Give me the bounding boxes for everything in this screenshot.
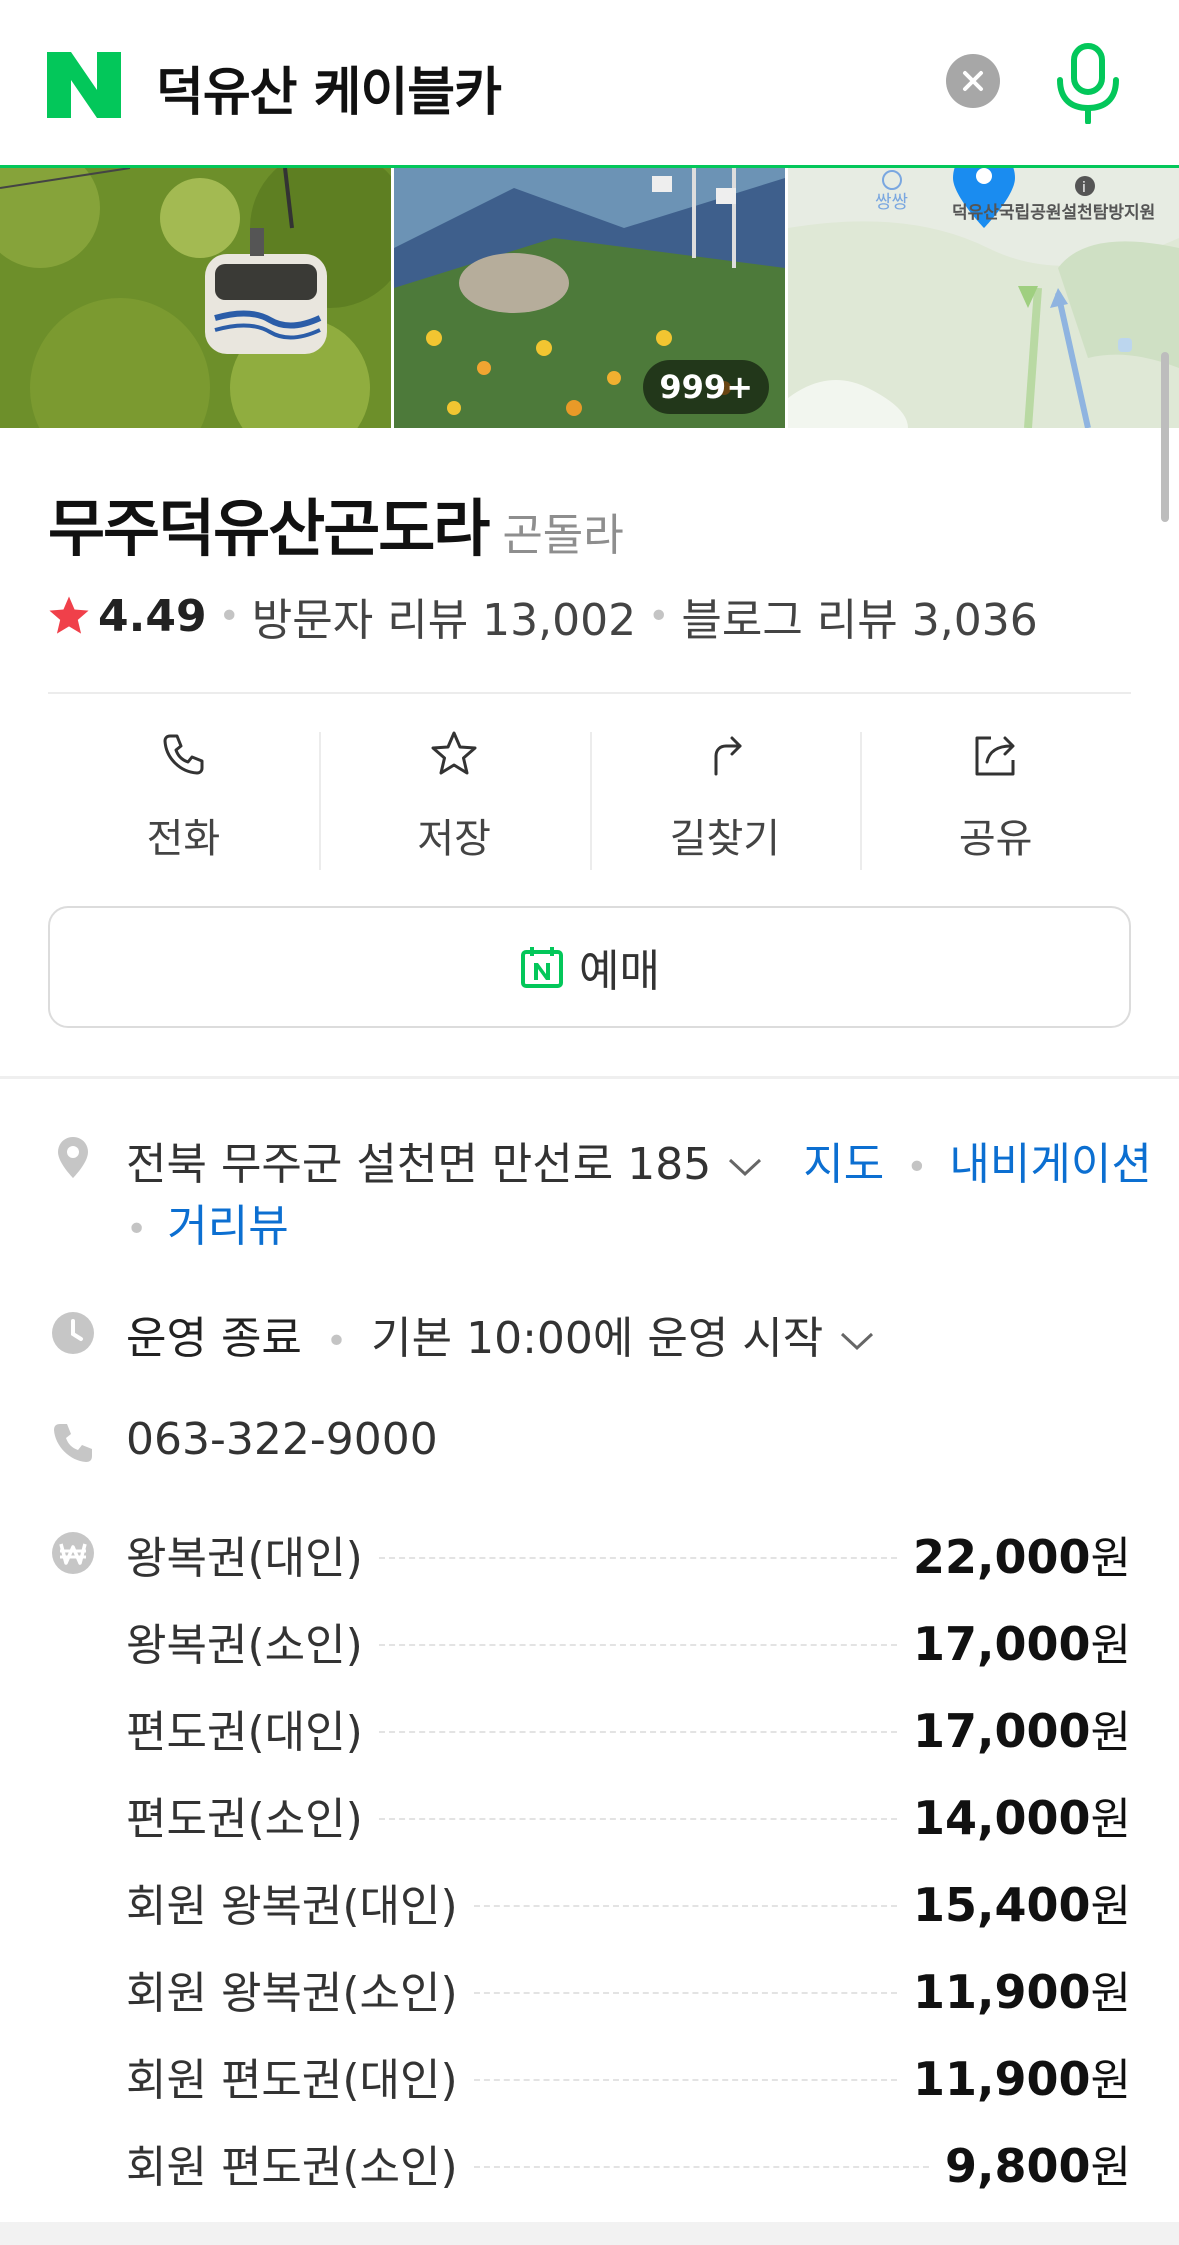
dotted-leader xyxy=(378,1557,897,1559)
price-value: 22,000원 xyxy=(913,1530,1131,1584)
price-row: 회원 편도권(소인) 9,800원 xyxy=(126,2131,1131,2195)
dotted-leader xyxy=(473,1992,897,1994)
streetview-link[interactable]: 거리뷰 xyxy=(167,1201,288,1252)
blog-reviews-link[interactable]: 블로그 리뷰 3,036 xyxy=(681,584,1037,648)
photo-count-badge[interactable]: 999+ xyxy=(643,360,769,414)
dotted-leader xyxy=(378,1818,897,1820)
section-divider xyxy=(0,2222,1179,2245)
price-row: 회원 편도권(대인) 11,900원 xyxy=(126,2044,1131,2108)
price-row: 회원 왕복권(대인) 15,400원 xyxy=(126,1870,1131,1934)
price-value: 11,900원 xyxy=(913,2052,1131,2106)
map-poi-label: 쌍쌍 xyxy=(875,192,908,212)
share-button[interactable]: 공유 xyxy=(860,728,1131,870)
price-name: 회원 편도권(대인) xyxy=(126,2055,458,2106)
dotted-leader xyxy=(378,1731,897,1733)
svg-text:i: i xyxy=(1082,180,1086,196)
address-text: 전북 무주군 설천면 만선로 185 xyxy=(126,1139,712,1190)
star-icon xyxy=(49,596,89,634)
operating-status: 운영 종료 xyxy=(126,1313,302,1364)
address-row: 전북 무주군 설천면 만선로 185 지도 • 내비게이션 xyxy=(126,1128,1152,1192)
directions-icon xyxy=(714,736,742,776)
price-value: 17,000원 xyxy=(913,1704,1131,1758)
map-thumbnail[interactable]: 쌍쌍 i 덕유산국립공원설천탐방지원 xyxy=(788,168,1179,428)
visitor-reviews-link[interactable]: 방문자 리뷰 13,002 xyxy=(252,584,636,648)
dotted-leader xyxy=(378,1644,897,1646)
price-value: 11,900원 xyxy=(913,1965,1131,2019)
reserve-button[interactable]: 예매 xyxy=(48,906,1131,1028)
hours-row[interactable]: 운영 종료 • 기본 10:00에 운영 시작 xyxy=(126,1302,875,1366)
naver-logo-icon[interactable] xyxy=(47,52,121,118)
dotted-leader xyxy=(473,2166,929,2168)
save-label: 저장 xyxy=(417,816,491,862)
price-name: 편도권(소인) xyxy=(126,1794,363,1845)
phone-number[interactable]: 063-322-9000 xyxy=(126,1414,438,1465)
price-value: 14,000원 xyxy=(913,1791,1131,1845)
won-icon xyxy=(52,1532,94,1574)
price-row: 편도권(소인) 14,000원 xyxy=(126,1783,1131,1847)
separator-dot: • xyxy=(648,595,670,637)
price-value: 9,800원 xyxy=(945,2139,1131,2193)
photo-gondola[interactable] xyxy=(0,168,391,428)
separator-dot: • xyxy=(325,1321,348,1362)
price-name: 회원 왕복권(대인) xyxy=(126,1881,458,1932)
separator-dot: • xyxy=(218,595,240,637)
price-row: 왕복권(대인) 22,000원 xyxy=(126,1522,1131,1586)
price-value: 15,400원 xyxy=(913,1878,1131,1932)
place-name: 무주덕유산곤도라 xyxy=(48,492,490,565)
reserve-label: 예매 xyxy=(579,946,660,997)
chevron-down-icon[interactable] xyxy=(839,1330,875,1352)
action-bar: 전화 저장 길찾기 공유 xyxy=(48,728,1131,870)
price-value: 17,000원 xyxy=(913,1617,1131,1671)
price-name: 회원 왕복권(소인) xyxy=(126,1968,458,2019)
share-icon xyxy=(975,736,1015,776)
search-bar: 덕유산 케이블카 xyxy=(0,0,1179,168)
close-icon xyxy=(963,71,983,91)
phone-icon xyxy=(163,734,204,775)
streetview-row: • 거리뷰 xyxy=(126,1190,289,1254)
scrollbar-thumb[interactable] xyxy=(1161,352,1169,522)
directions-button[interactable]: 길찾기 xyxy=(589,728,861,870)
place-category: 곤돌라 xyxy=(502,510,624,561)
rating-value: 4.49 xyxy=(98,590,207,642)
search-query[interactable]: 덕유산 케이블카 xyxy=(156,50,502,125)
place-page: 덕유산 케이블카 999+ 쌍쌍 i 덕유산국립공원설천탐방지원 무주덕유산곤도… xyxy=(0,0,1179,2245)
clear-search-button[interactable] xyxy=(946,54,1000,108)
price-name: 편도권(대인) xyxy=(126,1707,363,1758)
call-button[interactable]: 전화 xyxy=(48,728,319,868)
directions-label: 길찾기 xyxy=(669,816,781,862)
chevron-down-icon[interactable] xyxy=(727,1156,763,1178)
price-row: 회원 왕복권(소인) 11,900원 xyxy=(126,1957,1131,2021)
divider xyxy=(48,692,1131,694)
separator-dot: • xyxy=(126,1209,148,1250)
photo-flowers[interactable]: 999+ xyxy=(394,168,785,428)
price-name: 왕복권(소인) xyxy=(126,1620,363,1671)
microphone-icon[interactable] xyxy=(1054,42,1122,124)
clock-icon xyxy=(52,1312,94,1354)
call-label: 전화 xyxy=(146,816,221,862)
price-name: 왕복권(대인) xyxy=(126,1533,363,1584)
location-pin-icon xyxy=(58,1137,88,1178)
share-label: 공유 xyxy=(958,816,1033,862)
price-row: 왕복권(소인) 17,000원 xyxy=(126,1609,1131,1673)
dotted-leader xyxy=(473,2079,897,2081)
price-name: 회원 편도권(소인) xyxy=(126,2142,458,2193)
phone-icon xyxy=(54,1424,92,1462)
star-outline-icon xyxy=(431,731,477,775)
rating-row: 4.49 • 방문자 리뷰 13,002 • 블로그 리뷰 3,036 xyxy=(46,584,1038,648)
photo-strip: 999+ 쌍쌍 i 덕유산국립공원설천탐방지원 xyxy=(0,168,1179,428)
map-place-label: 덕유산국립공원설천탐방지원 xyxy=(952,203,1155,223)
operating-hours: 기본 10:00에 운영 시작 xyxy=(371,1313,824,1364)
naver-booking-icon xyxy=(521,947,564,988)
map-link[interactable]: 지도 xyxy=(803,1139,884,1190)
place-title: 무주덕유산곤도라 곤돌라 xyxy=(48,478,624,568)
dotted-leader xyxy=(473,1905,897,1907)
save-button[interactable]: 저장 xyxy=(318,728,590,870)
navigation-link[interactable]: 내비게이션 xyxy=(949,1139,1151,1190)
price-row: 편도권(대인) 17,000원 xyxy=(126,1696,1131,1760)
section-divider xyxy=(0,1076,1179,1079)
separator-dot: • xyxy=(906,1147,928,1188)
